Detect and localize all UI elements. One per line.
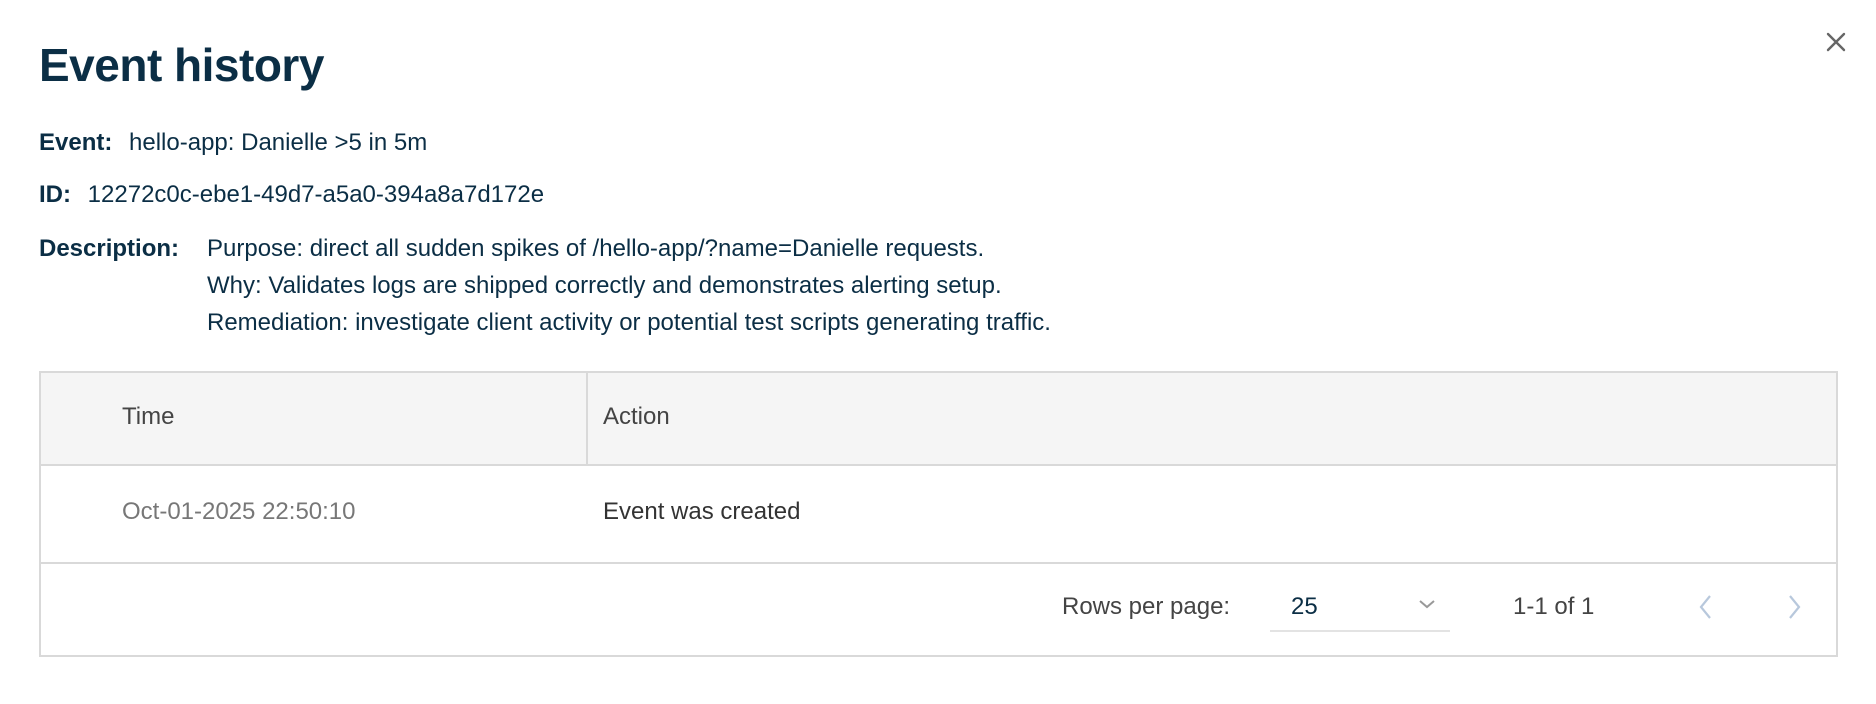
description-line: Remediation: investigate client activity… xyxy=(207,309,1051,336)
chevron-left-icon xyxy=(1699,595,1711,619)
close-button[interactable] xyxy=(1822,28,1850,56)
description-line: Purpose: direct all sudden spikes of /he… xyxy=(207,235,985,262)
description-label-text: Description: xyxy=(39,235,180,262)
chevron-right-icon xyxy=(1789,595,1801,619)
event-value: hello-app: Danielle >5 in 5m xyxy=(129,129,428,156)
description-value: Purpose: direct all sudden spikes of /he… xyxy=(207,234,1051,345)
description-line: Why: Validates logs are shipped correctl… xyxy=(207,272,1002,299)
table-row: Oct-01-2025 22:50:10 Event was created xyxy=(41,466,1836,564)
event-label: Event: xyxy=(39,129,113,156)
previous-page-button[interactable] xyxy=(1694,592,1718,622)
rows-per-page-value: 25 xyxy=(1291,593,1318,620)
event-name-row: Event: hello-app: Danielle >5 in 5m xyxy=(39,128,427,158)
page-range-text: 1-1 of 1 xyxy=(1513,593,1595,620)
id-label: ID: xyxy=(39,181,71,208)
close-icon xyxy=(1826,32,1846,52)
rows-per-page-label: Rows per page: xyxy=(1062,593,1231,620)
description-label: Description: xyxy=(39,234,179,264)
chevron-down-icon xyxy=(1419,600,1435,609)
event-history-table: Time Action Oct-01-2025 22:50:10 Event w… xyxy=(39,371,1838,657)
column-divider xyxy=(586,373,588,464)
dialog-title: Event history xyxy=(39,39,324,91)
next-page-button[interactable] xyxy=(1782,592,1806,622)
table-pagination: Rows per page: 25 1-1 of 1 xyxy=(41,564,1836,655)
table-header: Time Action xyxy=(41,373,1836,466)
column-header-action[interactable]: Action xyxy=(603,403,670,431)
rows-per-page-select[interactable]: 25 xyxy=(1270,578,1450,632)
event-id-row: ID: 12272c0c-ebe1-49d7-a5a0-394a8a7d172e xyxy=(39,180,544,210)
column-header-time[interactable]: Time xyxy=(122,403,174,431)
row-time: Oct-01-2025 22:50:10 xyxy=(122,498,356,525)
id-value: 12272c0c-ebe1-49d7-a5a0-394a8a7d172e xyxy=(87,181,545,208)
row-action: Event was created xyxy=(603,498,801,525)
